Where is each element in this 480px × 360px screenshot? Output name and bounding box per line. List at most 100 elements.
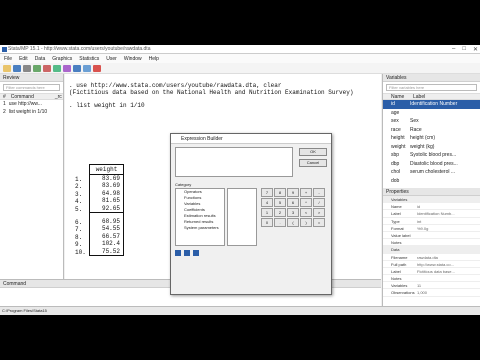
property-section[interactable]: Variables	[383, 196, 480, 204]
property-value: 11	[417, 283, 422, 289]
keypad-key[interactable]: =	[313, 218, 325, 227]
keypad-key[interactable]: +	[300, 188, 312, 197]
property-row[interactable]: Label Fictitious data base...	[383, 268, 480, 276]
break-icon[interactable]	[93, 64, 101, 72]
property-key: Variables	[391, 283, 408, 289]
property-key: Label	[391, 268, 401, 274]
keypad-key[interactable]: 1	[261, 208, 273, 217]
variable-name: dbp	[391, 160, 400, 167]
variable-row[interactable]: race Race	[383, 126, 480, 135]
open-icon[interactable]	[3, 64, 11, 72]
variable-row[interactable]: chol serum cholesterol ...	[383, 168, 480, 177]
property-key: Full path	[391, 261, 407, 267]
menu-graphics[interactable]: Graphics	[52, 56, 72, 62]
variable-row[interactable]: weight weight (kg)	[383, 143, 480, 152]
variable-row[interactable]: sex Sex	[383, 117, 480, 126]
reset-icon[interactable]	[184, 250, 190, 256]
variables-search-input[interactable]: Filter variables here	[386, 84, 477, 91]
property-row[interactable]: Notes	[383, 275, 480, 283]
print-icon[interactable]	[23, 64, 31, 72]
do-file-editor-icon[interactable]	[63, 64, 71, 72]
review-search-input[interactable]: Filter commands here	[3, 84, 60, 91]
property-row[interactable]: Notes	[383, 239, 480, 247]
property-row[interactable]: Value label	[383, 232, 480, 240]
keypad-key[interactable]: (	[287, 218, 299, 227]
ok-button[interactable]: OK	[299, 148, 327, 156]
menu-statistics[interactable]: Statistics	[79, 56, 99, 62]
property-row[interactable]: Observations 1,000	[383, 289, 480, 297]
variables-column-header: Name Label	[383, 93, 480, 100]
property-key: Format	[391, 225, 404, 231]
minimize-icon[interactable]: –	[452, 46, 455, 53]
menu-edit[interactable]: Edit	[19, 56, 28, 62]
variable-row[interactable]: sbp Systolic blood pres...	[383, 151, 480, 160]
weight-value: 102.4	[101, 240, 120, 248]
property-row[interactable]: Variables 11	[383, 282, 480, 290]
menu-user[interactable]: User	[106, 56, 117, 62]
property-row[interactable]: Name id	[383, 203, 480, 211]
log-icon[interactable]	[33, 64, 41, 72]
property-row[interactable]: Filename rawdata.dta	[383, 254, 480, 261]
variable-row[interactable]: height height (cm)	[383, 134, 480, 143]
window-title: Stata/MP 15.1 - http://www.stata.com/use…	[8, 46, 151, 52]
keypad-key[interactable]: *	[300, 198, 312, 207]
keypad-key[interactable]: <	[300, 208, 312, 217]
variable-row[interactable]: dbp Diastolic blood pres...	[383, 160, 480, 169]
review-pane: Review Filter commands here # Command _r…	[0, 74, 64, 279]
keypad-key[interactable]: 6	[287, 198, 299, 207]
keypad-key[interactable]: /	[313, 198, 325, 207]
review-row[interactable]: 2 list weight in 1/10	[0, 108, 63, 116]
keypad-key[interactable]: 8	[274, 188, 286, 197]
keypad-key[interactable]: 5	[274, 198, 286, 207]
menu-help[interactable]: Help	[149, 56, 159, 62]
variable-row[interactable]: id Identification Number	[383, 100, 480, 109]
expression-input[interactable]	[175, 147, 293, 177]
property-key: Observations	[391, 290, 415, 296]
col-label: Label	[413, 94, 426, 100]
keypad-key[interactable]: )	[300, 218, 312, 227]
variables-title: Variables	[383, 74, 480, 82]
save-icon[interactable]	[13, 64, 21, 72]
col-name: Name	[391, 94, 405, 100]
keypad-key[interactable]: 3	[287, 208, 299, 217]
variable-row[interactable]: age	[383, 109, 480, 118]
data-editor-icon[interactable]	[73, 64, 81, 72]
keypad-key[interactable]: 0	[261, 218, 273, 227]
category-item[interactable]: System parameters	[176, 225, 224, 231]
property-key: Data	[391, 247, 400, 253]
property-row[interactable]: Label Identification Numb...	[383, 210, 480, 218]
property-section[interactable]: Data	[383, 246, 480, 254]
property-row[interactable]: Type int	[383, 218, 480, 225]
viewer-icon[interactable]	[43, 64, 51, 72]
graph-icon[interactable]	[53, 64, 61, 72]
keypad-key[interactable]: 9	[287, 188, 299, 197]
review-row-command: use http://ww...	[8, 101, 42, 107]
keypad-key[interactable]: 7	[261, 188, 273, 197]
maximize-icon[interactable]: □	[462, 46, 466, 53]
weight-value: 75.52	[101, 247, 120, 255]
row-number: 3.	[75, 190, 83, 198]
close-icon[interactable]: ✕	[473, 46, 478, 53]
variable-label: height (cm)	[410, 135, 436, 141]
copy-icon[interactable]	[193, 250, 199, 256]
keypad-key[interactable]: >	[313, 208, 325, 217]
keypad-key[interactable]: 4	[261, 198, 273, 207]
keypad-key[interactable]: .	[274, 218, 286, 227]
keypad-key[interactable]: -	[313, 188, 325, 197]
property-key: Filename	[391, 254, 408, 260]
review-column-header: # Command _rc	[0, 93, 63, 100]
property-row[interactable]: Format %9.0g	[383, 225, 480, 232]
menu-file[interactable]: File	[4, 56, 12, 62]
menu-data[interactable]: Data	[35, 56, 46, 62]
keypad-key[interactable]: 2	[274, 208, 286, 217]
cancel-button[interactable]: Cancel	[299, 159, 327, 167]
menu-window[interactable]: Window	[124, 56, 142, 62]
category-items-list[interactable]	[227, 188, 257, 246]
variable-row[interactable]: dob	[383, 177, 480, 186]
data-browser-icon[interactable]	[83, 64, 91, 72]
help-icon[interactable]	[175, 250, 181, 256]
review-row[interactable]: 1 use http://ww...	[0, 100, 63, 108]
category-label: Category	[175, 182, 192, 187]
keypad: 7 8 9 + - 4 5 6 * / 1 2 3 < > 0 . ( ) =	[261, 188, 327, 227]
property-row[interactable]: Full path http://www.stata.co...	[383, 261, 480, 268]
